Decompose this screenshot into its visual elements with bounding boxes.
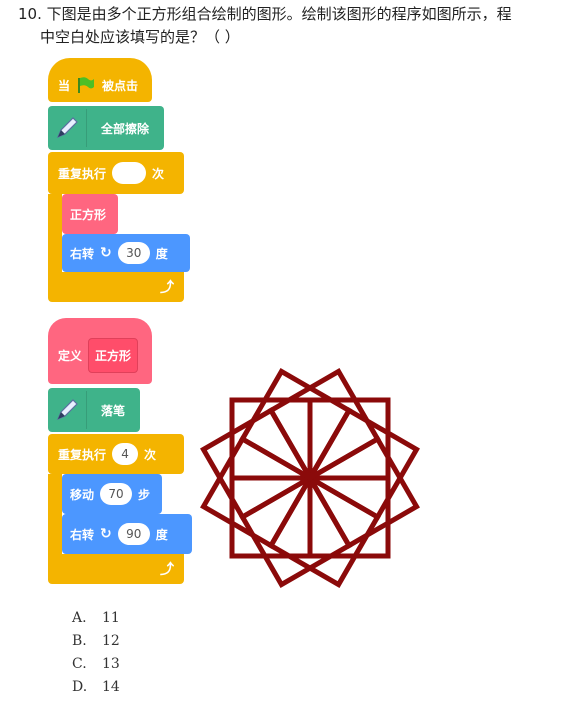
repeat-block: 重复执行 次 — [48, 152, 184, 194]
move-suffix: 步 — [138, 487, 151, 502]
repeat-count-input[interactable] — [112, 162, 147, 184]
move-label: 移动 — [70, 487, 95, 502]
option-c-value: 13 — [102, 656, 120, 672]
turn-suffix: 度 — [155, 527, 168, 542]
repeat-block-arm — [48, 194, 62, 272]
repeat-count-input[interactable]: 4 — [112, 443, 139, 465]
call-square-label: 正方形 — [70, 207, 107, 222]
hat-prefix: 当 — [58, 78, 71, 93]
question-text-line1: 10. 下图是由多个正方形组合绘制的图形。绘制该图形的程序如图所示，程 — [18, 5, 512, 23]
turn-right-block: 右转 ↻ 30 度 — [62, 234, 190, 272]
hat-suffix: 被点击 — [102, 78, 139, 93]
pen-icon — [56, 399, 78, 421]
loop-arrow-icon: ⤴ — [160, 562, 174, 578]
turn-degrees-input[interactable]: 90 — [117, 523, 150, 545]
repeat-suffix: 次 — [144, 447, 157, 462]
option-c[interactable]: C. 13 — [72, 653, 120, 676]
rotate-cw-icon: ↻ — [100, 245, 112, 261]
option-b-value: 12 — [102, 633, 120, 649]
rotated-squares-figure — [200, 368, 420, 588]
repeat-label: 重复执行 — [58, 166, 107, 181]
turn-label: 右转 — [70, 527, 95, 542]
pen-icon — [56, 117, 78, 139]
erase-all-label: 全部擦除 — [101, 121, 150, 136]
pen-down-label: 落笔 — [101, 403, 126, 418]
option-a-letter: A. — [72, 610, 87, 626]
repeat-label: 重复执行 — [58, 447, 107, 462]
turn-label: 右转 — [70, 246, 95, 261]
option-c-letter: C. — [72, 656, 87, 672]
define-label: 定义 — [58, 348, 83, 363]
rotate-cw-icon: ↻ — [100, 526, 112, 542]
option-a[interactable]: A. 11 — [72, 607, 120, 630]
move-steps-block: 移动 70 步 — [62, 474, 162, 514]
erase-all-block: 全部擦除 — [48, 106, 164, 150]
answer-options: A. 11 B. 12 C. 13 D. 14 — [72, 607, 120, 699]
turn-suffix: 度 — [155, 246, 168, 261]
pen-down-block: 落笔 — [48, 388, 140, 432]
option-b-letter: B. — [72, 633, 87, 649]
question-text-line2: 中空白处应该填写的是？（ ） — [40, 28, 240, 46]
repeat-suffix: 次 — [152, 166, 165, 181]
define-name: 正方形 — [88, 337, 139, 373]
pen-extension-box — [48, 391, 87, 429]
repeat-block-arm — [48, 474, 62, 554]
define-square-block: 定义 正方形 — [48, 318, 152, 384]
call-square-block: 正方形 — [62, 194, 118, 234]
option-d[interactable]: D. 14 — [72, 676, 120, 699]
repeat-block-footer: ⤴ — [48, 554, 184, 584]
option-b[interactable]: B. 12 — [72, 630, 120, 653]
when-flag-clicked-block: 当 被点击 — [48, 58, 152, 102]
green-flag-icon — [78, 77, 95, 93]
repeat-block-footer: ⤴ — [48, 272, 184, 302]
option-d-letter: D. — [72, 679, 88, 695]
turn-right-block: 右转 ↻ 90 度 — [62, 514, 192, 554]
move-steps-input[interactable]: 70 — [100, 483, 133, 505]
turn-degrees-input[interactable]: 30 — [117, 242, 150, 264]
option-d-value: 14 — [102, 679, 120, 695]
option-a-value: 11 — [102, 610, 120, 626]
loop-arrow-icon: ⤴ — [160, 280, 174, 296]
repeat-block: 重复执行 4 次 — [48, 434, 184, 474]
pen-extension-box — [48, 109, 87, 147]
